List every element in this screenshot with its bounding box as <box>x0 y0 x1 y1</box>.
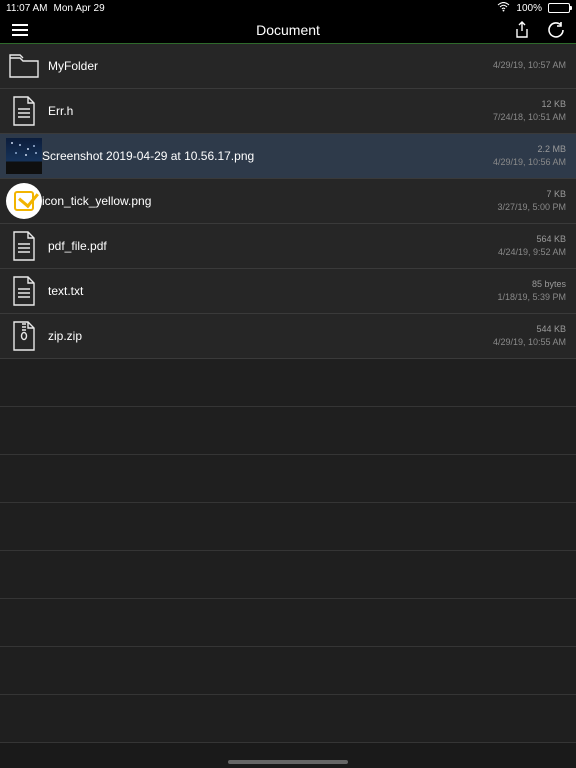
tick-icon-thumbnail <box>6 183 42 219</box>
menu-button[interactable] <box>10 20 30 40</box>
file-name: icon_tick_yellow.png <box>42 194 497 208</box>
empty-row <box>0 551 576 599</box>
image-thumbnail <box>6 138 42 174</box>
file-size: 7 KB <box>546 188 566 202</box>
file-date: 4/24/19, 9:52 AM <box>498 246 566 260</box>
file-meta: 7 KB3/27/19, 5:00 PM <box>497 188 566 215</box>
file-name: Screenshot 2019-04-29 at 10.56.17.png <box>42 149 493 163</box>
empty-row <box>0 647 576 695</box>
folder-icon <box>6 48 42 84</box>
file-icon <box>6 93 42 129</box>
file-row[interactable]: MyFolder4/29/19, 10:57 AM <box>0 44 576 89</box>
file-row[interactable]: pdf_file.pdf564 KB4/24/19, 9:52 AM <box>0 224 576 269</box>
file-size: 564 KB <box>536 233 566 247</box>
file-size: 2.2 MB <box>537 143 566 157</box>
file-date: 7/24/18, 10:51 AM <box>493 111 566 125</box>
file-date: 1/18/19, 5:39 PM <box>497 291 566 305</box>
refresh-button[interactable] <box>546 20 566 40</box>
empty-row <box>0 359 576 407</box>
file-row[interactable]: Err.h12 KB7/24/18, 10:51 AM <box>0 89 576 134</box>
file-meta: 544 KB4/29/19, 10:55 AM <box>493 323 566 350</box>
empty-row <box>0 455 576 503</box>
file-date: 4/29/19, 10:57 AM <box>493 59 566 73</box>
empty-row <box>0 503 576 551</box>
file-name: pdf_file.pdf <box>48 239 498 253</box>
file-icon <box>6 273 42 309</box>
file-icon <box>6 228 42 264</box>
wifi-icon <box>497 2 510 15</box>
nav-bar: Document <box>0 16 576 44</box>
status-date: Mon Apr 29 <box>54 3 105 14</box>
file-name: Err.h <box>48 104 493 118</box>
file-meta: 564 KB4/24/19, 9:52 AM <box>498 233 566 260</box>
empty-row <box>0 599 576 647</box>
empty-row <box>0 695 576 743</box>
page-title: Document <box>0 22 576 38</box>
file-date: 3/27/19, 5:00 PM <box>497 201 566 215</box>
status-bar: 11:07 AM Mon Apr 29 100% <box>0 0 576 16</box>
file-meta: 12 KB7/24/18, 10:51 AM <box>493 98 566 125</box>
share-button[interactable] <box>512 20 532 40</box>
file-name: zip.zip <box>48 329 493 343</box>
file-meta: 4/29/19, 10:57 AM <box>493 59 566 73</box>
file-row[interactable]: Screenshot 2019-04-29 at 10.56.17.png2.2… <box>0 134 576 179</box>
zip-icon <box>6 318 42 354</box>
file-row[interactable]: icon_tick_yellow.png7 KB3/27/19, 5:00 PM <box>0 179 576 224</box>
empty-row <box>0 407 576 455</box>
status-time: 11:07 AM <box>6 3 48 14</box>
home-indicator <box>228 760 348 764</box>
file-meta: 2.2 MB4/29/19, 10:56 AM <box>493 143 566 170</box>
file-name: text.txt <box>48 284 497 298</box>
file-row[interactable]: zip.zip544 KB4/29/19, 10:55 AM <box>0 314 576 359</box>
file-name: MyFolder <box>48 59 493 73</box>
file-date: 4/29/19, 10:56 AM <box>493 156 566 170</box>
file-list: MyFolder4/29/19, 10:57 AMErr.h12 KB7/24/… <box>0 44 576 743</box>
file-size: 544 KB <box>536 323 566 337</box>
battery-icon <box>548 3 570 13</box>
file-date: 4/29/19, 10:55 AM <box>493 336 566 350</box>
file-row[interactable]: text.txt85 bytes1/18/19, 5:39 PM <box>0 269 576 314</box>
file-meta: 85 bytes1/18/19, 5:39 PM <box>497 278 566 305</box>
status-battery-pct: 100% <box>516 3 542 14</box>
file-size: 12 KB <box>541 98 566 112</box>
file-size: 85 bytes <box>532 278 566 292</box>
